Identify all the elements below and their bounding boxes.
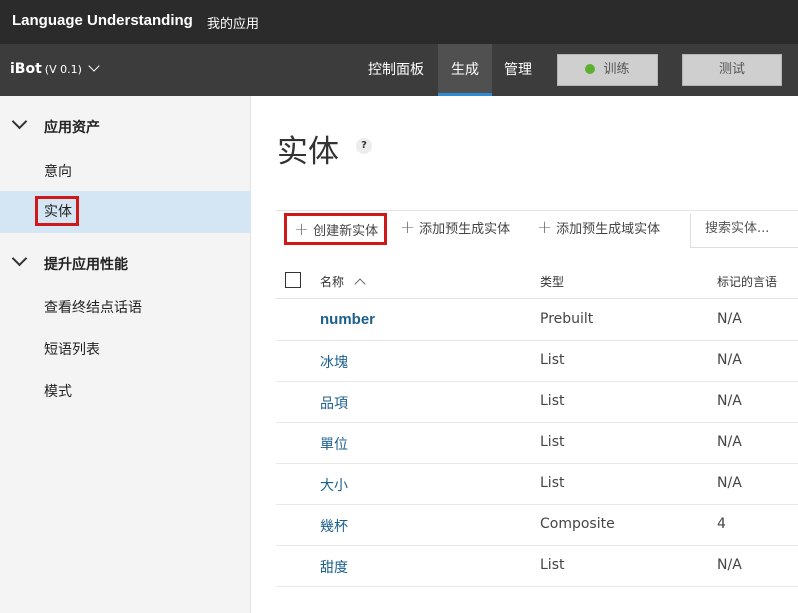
sidebar-section-improve[interactable]: 提升应用性能	[0, 245, 251, 281]
entity-name-link[interactable]: 品項	[320, 393, 348, 413]
select-all-checkbox[interactable]	[285, 272, 301, 288]
sidebar: 应用资产 意向 实体 提升应用性能 查看终结点话语 短语列表 模式	[0, 96, 251, 613]
tab-build[interactable]: 生成	[438, 44, 492, 96]
table-row: 冰塊 List N/A	[276, 340, 798, 382]
create-entity-button[interactable]: + 创建新实体	[284, 213, 388, 245]
chevron-down-icon	[88, 60, 100, 72]
table-row: 甜度 List N/A	[276, 545, 798, 587]
entity-toolbar: + 创建新实体 + 添加预生成实体 + 添加预生成域实体 搜索实体...	[276, 210, 798, 249]
sidebar-section-app-assets[interactable]: 应用资产	[0, 108, 251, 144]
help-icon[interactable]: ?	[356, 138, 372, 154]
entity-type: List	[540, 352, 565, 368]
app-name: iBot	[10, 61, 42, 77]
add-prebuilt-entity-button[interactable]: + 添加预生成实体	[400, 211, 510, 249]
entity-name-link[interactable]: 甜度	[320, 557, 348, 577]
app-bar: iBot (V 0.1) 控制面板 生成 管理 训练 测试	[0, 44, 798, 96]
sidebar-item-endpoint-utterances[interactable]: 查看终结点话语	[0, 285, 251, 327]
tab-dashboard[interactable]: 控制面板	[357, 44, 435, 96]
entity-labeled-count: N/A	[717, 434, 742, 450]
entity-type: Composite	[540, 516, 615, 532]
entity-type: List	[540, 393, 565, 409]
table-row: 幾杯 Composite 4	[276, 504, 798, 546]
table-row: number Prebuilt N/A	[276, 299, 798, 341]
entity-name-link[interactable]: 大小	[320, 475, 348, 495]
entity-labeled-count: 4	[717, 516, 726, 532]
train-button[interactable]: 训练	[557, 54, 658, 86]
test-button[interactable]: 测试	[682, 54, 782, 86]
column-header-labeled-utterances: 标记的言语	[717, 275, 778, 289]
column-header-type: 类型	[540, 275, 565, 289]
entity-name-link[interactable]: 單位	[320, 434, 348, 454]
entity-type: List	[540, 475, 565, 491]
sidebar-item-label: 短语列表	[44, 342, 100, 358]
sort-ascending-icon	[354, 278, 366, 290]
top-bar: Language Understanding 我的应用	[0, 0, 798, 44]
entity-labeled-count: N/A	[717, 557, 742, 573]
chevron-down-icon	[11, 113, 28, 130]
brand-title[interactable]: Language Understanding	[12, 12, 193, 29]
table-header: 名称 类型 标记的言语	[276, 266, 798, 299]
search-input[interactable]: 搜索实体...	[690, 214, 798, 248]
sidebar-item-label: 模式	[44, 384, 72, 400]
entity-labeled-count: N/A	[717, 393, 742, 409]
sidebar-section-label: 提升应用性能	[44, 257, 128, 273]
entity-type: Prebuilt	[540, 311, 594, 327]
train-label: 训练	[603, 62, 630, 77]
entity-name-link[interactable]: 幾杯	[320, 516, 348, 536]
page-title: 实体	[277, 134, 339, 170]
table-row: 單位 List N/A	[276, 422, 798, 464]
plus-icon: +	[537, 217, 553, 238]
table-row: 品項 List N/A	[276, 381, 798, 423]
plus-icon: +	[294, 219, 310, 240]
sidebar-item-entities[interactable]: 实体	[0, 191, 251, 233]
entity-type: List	[540, 557, 565, 573]
sidebar-item-label: 实体	[35, 196, 79, 226]
entity-labeled-count: N/A	[717, 352, 742, 368]
column-header-name[interactable]: 名称	[320, 273, 366, 290]
app-version: (V 0.1)	[44, 63, 82, 76]
sidebar-item-label: 查看终结点话语	[44, 300, 142, 316]
table-row: 大小 List N/A	[276, 463, 798, 505]
add-prebuilt-domain-label: 添加预生成域实体	[556, 222, 661, 237]
sidebar-item-intents[interactable]: 意向	[0, 149, 251, 191]
entity-name-link[interactable]: 冰塊	[320, 352, 348, 372]
sidebar-item-patterns[interactable]: 模式	[0, 369, 251, 411]
main-content: 实体 ? + 创建新实体 + 添加预生成实体 + 添加预生成域实体 搜索实体... 名…	[252, 96, 798, 613]
plus-icon: +	[400, 217, 416, 238]
entity-type: List	[540, 434, 565, 450]
entity-name-link[interactable]: number	[320, 311, 375, 328]
sidebar-item-phrase-lists[interactable]: 短语列表	[0, 327, 251, 369]
sidebar-item-label: 意向	[44, 164, 72, 180]
tab-manage[interactable]: 管理	[494, 44, 542, 96]
entity-labeled-count: N/A	[717, 311, 742, 327]
app-selector[interactable]: iBot (V 0.1)	[10, 60, 100, 77]
add-prebuilt-domain-entity-button[interactable]: + 添加预生成域实体	[537, 211, 660, 249]
entity-labeled-count: N/A	[717, 475, 742, 491]
train-status-icon	[585, 64, 596, 74]
column-header-label: 名称	[320, 275, 345, 289]
sidebar-section-label: 应用资产	[44, 120, 100, 136]
my-apps-link[interactable]: 我的应用	[207, 13, 259, 32]
create-entity-label: 创建新实体	[313, 224, 379, 239]
add-prebuilt-label: 添加预生成实体	[419, 222, 511, 237]
chevron-down-icon	[11, 250, 28, 267]
